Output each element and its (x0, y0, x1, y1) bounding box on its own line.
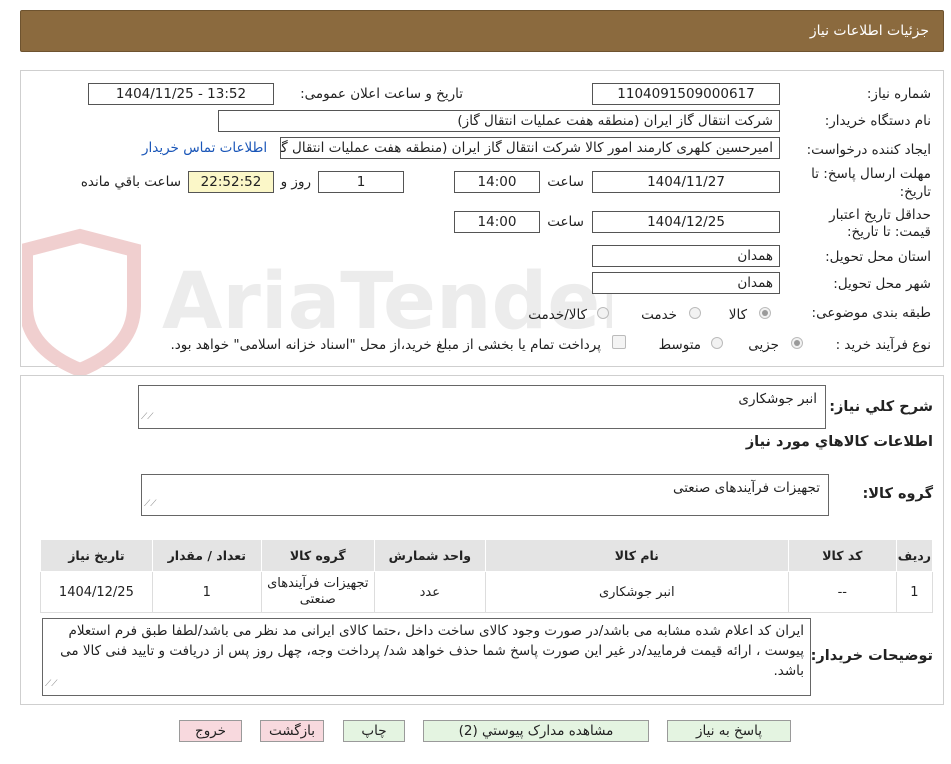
province-field: همدان (592, 245, 780, 267)
need-number-label: شماره نیاز: (866, 86, 931, 102)
table-header-row: رديف کد کالا نام کالا واحد شمارش گروه کا… (40, 539, 934, 572)
deadline-label-line1: مهلت ارسال پاسخ: تا (811, 166, 931, 182)
announce-label: تاریخ و ساعت اعلان عمومی: (300, 86, 463, 102)
deadline-time-label: ساعت (547, 174, 584, 190)
city-label: شهر محل تحویل: (833, 276, 931, 292)
goods-group-textarea[interactable]: تجهیزات فرآیندهای صنعتی ⟋⟋ (141, 474, 829, 516)
buyer-label: نام دستگاه خریدار: (824, 113, 931, 129)
validity-time-field: 14:00 (454, 211, 540, 233)
resize-grip-icon[interactable]: ⟋⟋ (144, 494, 157, 514)
col-group: گروه کالا (260, 539, 375, 572)
process-radio-medium[interactable] (711, 337, 723, 349)
col-name: نام کالا (484, 539, 789, 572)
cell-unit: عدد (373, 571, 486, 613)
treasury-bond-checkbox[interactable] (612, 335, 626, 349)
view-attachments-button[interactable]: مشاهده مدارک پيوستي (2) (423, 720, 649, 742)
col-unit: واحد شمارش (373, 539, 486, 572)
goods-table: رديف کد کالا نام کالا واحد شمارش گروه کا… (40, 539, 934, 613)
col-row: رديف (895, 539, 934, 572)
goods-group-label: گروه کالا: (862, 486, 933, 502)
cell-date: 1404/12/25 (40, 571, 153, 613)
province-label: استان محل تحویل: (825, 249, 931, 265)
announce-datetime-field: 1404/11/25 - 13:52 (88, 83, 274, 105)
summary-textarea[interactable]: انبر جوشکاری ⟋⟋ (138, 385, 826, 429)
resize-grip-icon[interactable]: ⟋⟋ (45, 674, 58, 694)
col-qty: تعداد / مقدار (151, 539, 262, 572)
creator-field: امیرحسین کلهری کارمند امور کالا شرکت انت… (280, 137, 780, 159)
buyer-notes-textarea[interactable]: ایران کد اعلام شده مشابه می باشد/در صورت… (42, 618, 811, 696)
process-option-medium: متوسط (658, 337, 701, 353)
cell-qty: 1 (151, 571, 262, 613)
category-label: طبقه بندی موضوعی: (811, 305, 931, 321)
buyer-notes-label: توضيحات خريدار: (810, 648, 933, 664)
validity-label-line1: حداقل تاریخ اعتبار (829, 207, 931, 223)
deadline-date-field: 1404/11/27 (592, 171, 780, 193)
table-row: 1 -- انبر جوشکاری عدد تجهیزات فرآیندهای … (40, 571, 934, 613)
cell-code: -- (787, 571, 897, 613)
category-radio-service[interactable] (689, 307, 701, 319)
resize-grip-icon[interactable]: ⟋⟋ (141, 407, 154, 427)
exit-button[interactable]: خروج (179, 720, 242, 742)
validity-time-label: ساعت (547, 214, 584, 230)
treasury-bond-note: پرداخت تمام یا بخشی از مبلغ خرید،از محل … (170, 337, 601, 353)
back-button[interactable]: بازگشت (260, 720, 324, 742)
col-date: تاريخ نياز (40, 539, 153, 572)
category-option-service: خدمت (641, 307, 677, 323)
process-option-partial: جزیی (748, 337, 779, 353)
time-remaining-field: 22:52:52 (188, 171, 274, 193)
process-radio-partial[interactable] (791, 337, 803, 349)
cell-group: تجهیزات فرآیندهای صنعتی (260, 571, 375, 613)
page-header: جزئیات اطلاعات نیاز (20, 10, 944, 52)
buyer-contact-link[interactable]: اطلاعات تماس خریدار (142, 140, 267, 156)
creator-label: ایجاد کننده درخواست: (806, 142, 931, 158)
page-title: جزئیات اطلاعات نیاز (809, 23, 929, 39)
category-option-goods-service: کالا/خدمت (528, 307, 587, 323)
time-remaining-label: ساعت باقي مانده (80, 174, 181, 190)
cell-name: انبر جوشکاری (484, 571, 789, 613)
summary-text: انبر جوشکاری (738, 391, 817, 407)
days-remaining-field: 1 (318, 171, 404, 193)
category-option-goods: کالا (728, 307, 747, 323)
deadline-time-field: 14:00 (454, 171, 540, 193)
need-number-field: 1104091509000617 (592, 83, 780, 105)
validity-label-line2: قیمت: تا تاریخ: (847, 224, 931, 240)
city-field: همدان (592, 272, 780, 294)
buyer-notes-text: ایران کد اعلام شده مشابه می باشد/در صورت… (60, 623, 804, 679)
cell-row: 1 (895, 571, 934, 613)
col-code: کد کالا (787, 539, 897, 572)
goods-info-title: اطلاعات کالاهاي مورد نياز (745, 434, 933, 450)
goods-group-text: تجهیزات فرآیندهای صنعتی (672, 480, 820, 496)
process-type-label: نوع فرآیند خرید : (835, 337, 931, 353)
print-button[interactable]: چاپ (343, 720, 405, 742)
buyer-field: شرکت انتقال گاز ایران (منطقه هفت عملیات … (218, 110, 780, 132)
days-label: روز و (280, 174, 311, 190)
validity-date-field: 1404/12/25 (592, 211, 780, 233)
deadline-label-line2: تاریخ: (899, 184, 931, 200)
summary-label: شرح کلي نياز: (829, 399, 933, 415)
reply-button[interactable]: پاسخ به نياز (667, 720, 791, 742)
category-radio-goods[interactable] (759, 307, 771, 319)
category-radio-goods-service[interactable] (597, 307, 609, 319)
